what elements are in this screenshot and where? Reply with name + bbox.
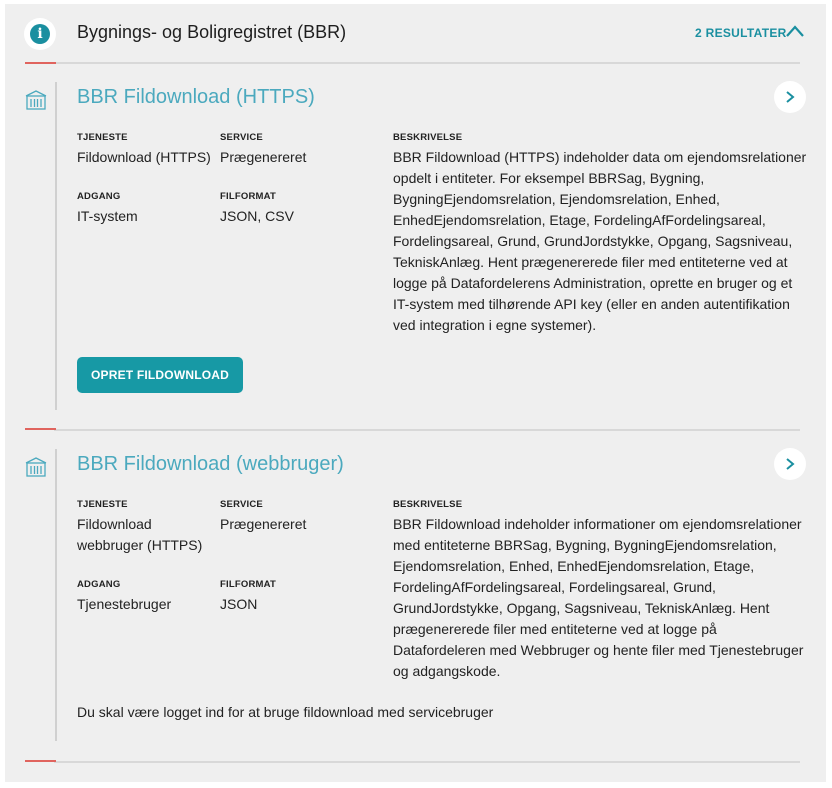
service-label: SERVICE [220, 499, 263, 510]
building-icon [25, 457, 47, 477]
result-panel: i Bygnings- og Boligregistret (BBR) 2 RE… [5, 4, 826, 782]
tjeneste-label: TJENESTE [77, 499, 128, 510]
open-result-button[interactable] [774, 81, 806, 113]
section-header[interactable]: i Bygnings- og Boligregistret (BBR) 2 RE… [5, 4, 826, 62]
filformat-value: JSON, CSV [220, 208, 294, 224]
filformat-label: FILFORMAT [220, 579, 276, 590]
results-count[interactable]: 2 RESULTATER [695, 26, 787, 40]
adgang-label: ADGANG [77, 579, 121, 590]
create-filedownload-button[interactable]: OPRET FILDOWNLOAD [77, 357, 243, 393]
tjeneste-label: TJENESTE [77, 132, 128, 143]
info-icon: i [24, 18, 56, 50]
service-value: Prægenereret [220, 516, 307, 532]
result-title[interactable]: BBR Fildownload (webbruger) [77, 453, 344, 476]
beskrivelse-text: BBR Fildownload (HTTPS) indeholder data … [393, 149, 807, 333]
adgang-value: IT-system [77, 208, 138, 224]
result-indicator-bar [55, 449, 57, 741]
tjeneste-value: Fildownload (HTTPS) [77, 149, 211, 165]
chevron-right-icon [786, 458, 795, 470]
beskrivelse-label: BESKRIVELSE [393, 499, 463, 510]
beskrivelse-text: BBR Fildownload indeholder informationer… [393, 516, 804, 679]
chevron-right-icon [786, 91, 795, 103]
result-marker [25, 760, 56, 762]
adgang-value: Tjenestebruger [77, 596, 172, 612]
result-title[interactable]: BBR Fildownload (HTTPS) [77, 86, 315, 109]
filformat-label: FILFORMAT [220, 191, 276, 202]
divider [54, 62, 800, 64]
login-note: Du skal være logget ind for at bruge fil… [77, 704, 494, 720]
tjeneste-value: Fildownload webbruger (HTTPS) [77, 516, 203, 553]
result-indicator-bar [55, 82, 57, 410]
section-marker [25, 62, 56, 64]
adgang-label: ADGANG [77, 191, 121, 202]
service-label: SERVICE [220, 132, 263, 143]
service-value: Prægenereret [220, 149, 307, 165]
beskrivelse-label: BESKRIVELSE [393, 132, 463, 143]
chevron-up-icon[interactable] [785, 24, 805, 38]
filformat-value: JSON [220, 596, 258, 612]
result-marker [25, 428, 56, 430]
open-result-button[interactable] [774, 448, 806, 480]
section-title: Bygnings- og Boligregistret (BBR) [77, 22, 347, 42]
divider [54, 429, 800, 431]
building-icon [25, 90, 47, 110]
divider [54, 761, 800, 763]
